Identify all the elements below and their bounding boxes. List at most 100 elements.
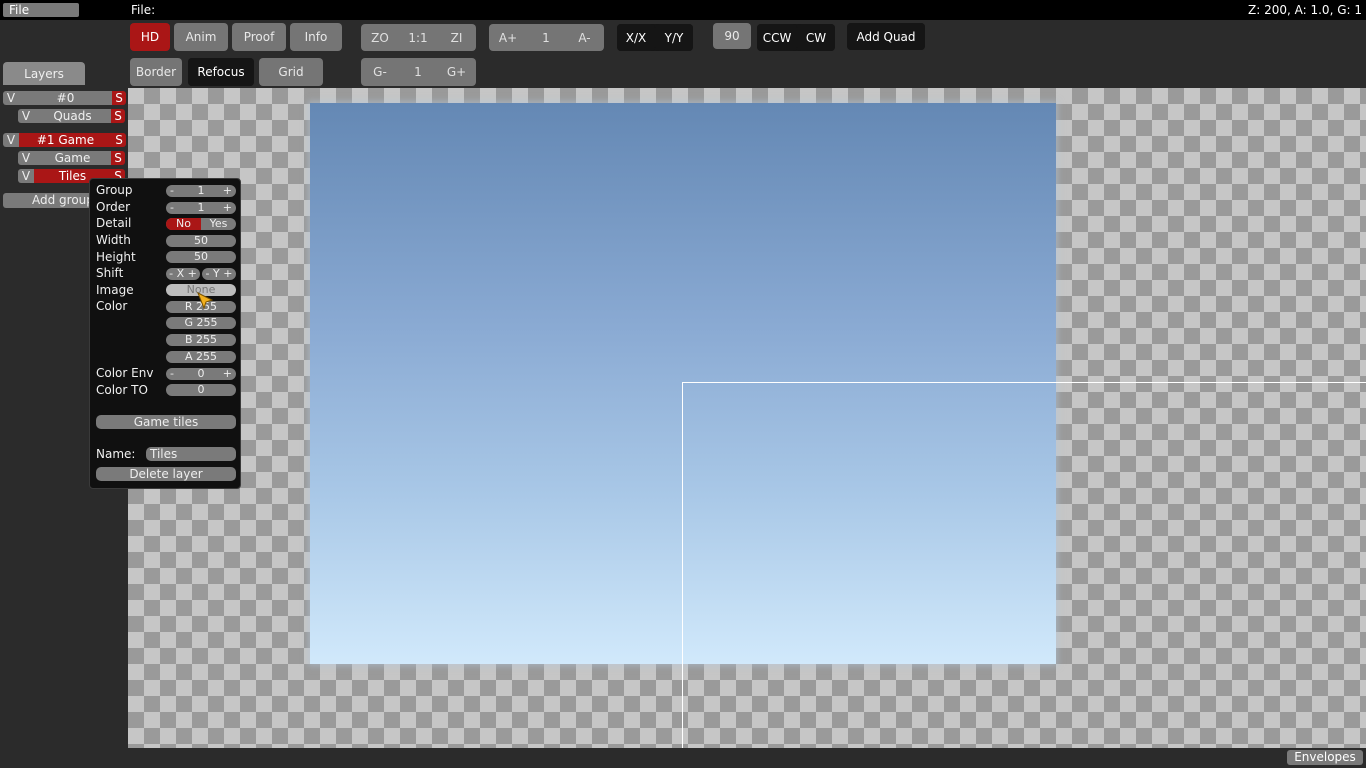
group-stepper[interactable]: - 1 + (166, 185, 236, 197)
anim-slower-button[interactable]: A- (565, 24, 604, 51)
color-a-field[interactable]: A 255 (166, 351, 236, 363)
zoom-in-button[interactable]: ZI (437, 24, 476, 51)
layer-group-1-row[interactable]: V #1 Game S (3, 133, 126, 147)
layer-group-0-name[interactable]: #0 (19, 91, 112, 105)
layer-group-1-name[interactable]: #1 Game (19, 133, 112, 147)
proof-group: Proof (232, 23, 286, 51)
visibility-toggle[interactable]: V (18, 151, 34, 165)
image-label: Image (96, 283, 134, 297)
rotate-cw-button[interactable]: CW (797, 24, 835, 51)
anim-faster-button[interactable]: A+ (489, 24, 527, 51)
minus-icon[interactable]: - (170, 185, 174, 197)
order-stepper[interactable]: - 1 + (166, 202, 236, 214)
envelopes-button[interactable]: Envelopes (1287, 750, 1363, 765)
zoom-controls: ZO 1:1 ZI (361, 24, 476, 51)
grid-size-controls: G- 1 G+ (361, 58, 476, 86)
hd-button[interactable]: HD (130, 23, 170, 51)
zoom-status-readout: Z: 200, A: 1.0, G: 1 (1248, 3, 1362, 17)
rotate-ccw-button[interactable]: CCW (757, 24, 797, 51)
solo-toggle[interactable]: S (111, 151, 125, 165)
map-canvas[interactable] (128, 88, 1366, 748)
minus-icon[interactable]: - (170, 202, 174, 214)
visibility-toggle[interactable]: V (3, 91, 19, 105)
add-quad-button[interactable]: Add Quad (847, 23, 925, 50)
add-quad-group: Add Quad (847, 23, 925, 50)
group-label: Group (96, 183, 133, 197)
rotate-controls: CCW CW (757, 24, 835, 51)
tile-layer-border-left (682, 383, 683, 748)
flip-y-button[interactable]: Y/Y (655, 24, 693, 51)
height-field[interactable]: 50 (166, 251, 236, 263)
layer-quads-row[interactable]: V Quads S (18, 109, 125, 123)
hd-group: HD (130, 23, 170, 51)
refocus-group: Refocus (188, 58, 254, 86)
name-label: Name: (96, 447, 136, 461)
color-to-field[interactable]: 0 (166, 384, 236, 396)
background-quad[interactable] (310, 103, 1056, 664)
width-field[interactable]: 50 (166, 235, 236, 247)
layer-quads-name[interactable]: Quads (34, 109, 111, 123)
info-group: Info (290, 23, 342, 51)
zoom-reset-button[interactable]: 1:1 (399, 24, 437, 51)
solo-toggle[interactable]: S (112, 133, 126, 147)
visibility-toggle[interactable]: V (18, 169, 34, 183)
detail-toggle[interactable]: No Yes (166, 218, 236, 230)
color-to-label: Color TO (96, 383, 148, 397)
grid-size-value: 1 (414, 65, 422, 79)
layer-group-0-row[interactable]: V #0 S (3, 91, 126, 105)
visibility-toggle[interactable]: V (18, 109, 34, 123)
shift-x-stepper[interactable]: - X + (166, 268, 200, 280)
rotation-group: 90 (713, 23, 751, 49)
tile-layer-border-top (682, 382, 1366, 383)
plus-icon[interactable]: + (223, 202, 232, 214)
game-tiles-button[interactable]: Game tiles (96, 415, 236, 429)
solo-toggle[interactable]: S (112, 91, 126, 105)
layer-game-row[interactable]: V Game S (18, 151, 125, 165)
grid-button[interactable]: Grid (259, 58, 323, 86)
layer-game-name[interactable]: Game (34, 151, 111, 165)
flip-x-button[interactable]: X/X (617, 24, 655, 51)
color-env-stepper[interactable]: - 0 + (166, 368, 236, 380)
file-name-label: File: (131, 3, 156, 17)
rotation-angle-button[interactable]: 90 (713, 23, 751, 49)
height-label: Height (96, 250, 136, 264)
solo-toggle[interactable]: S (111, 109, 125, 123)
order-value: 1 (197, 201, 205, 214)
grid-group: Grid (259, 58, 323, 86)
group-value: 1 (197, 184, 205, 197)
zoom-out-button[interactable]: ZO (361, 24, 399, 51)
flip-controls: X/X Y/Y (617, 24, 693, 51)
info-button[interactable]: Info (290, 23, 342, 51)
border-button[interactable]: Border (130, 58, 182, 86)
border-group: Border (130, 58, 182, 86)
color-b-field[interactable]: B 255 (166, 334, 236, 346)
anim-button[interactable]: Anim (174, 23, 228, 51)
shift-label: Shift (96, 266, 124, 280)
layers-tab[interactable]: Layers (3, 62, 85, 85)
grid-minus-button[interactable]: G- (361, 58, 399, 86)
delete-layer-button[interactable]: Delete layer (96, 467, 236, 481)
bottom-bar: Envelopes (0, 748, 1366, 768)
layer-name-input[interactable]: Tiles (146, 447, 236, 461)
refocus-button[interactable]: Refocus (188, 58, 254, 86)
color-label: Color (96, 299, 128, 313)
anim-group: Anim (174, 23, 228, 51)
anim-speed-controls: A+ 1 A- (489, 24, 604, 51)
color-g-field[interactable]: G 255 (166, 317, 236, 329)
visibility-toggle[interactable]: V (3, 133, 19, 147)
pointer-cursor-icon (197, 291, 214, 310)
anim-speed-value: 1 (542, 30, 550, 45)
order-label: Order (96, 200, 131, 214)
grid-plus-button[interactable]: G+ (437, 58, 476, 86)
file-menu-button[interactable]: File (3, 3, 79, 17)
color-env-value: 0 (197, 367, 205, 380)
color-env-label: Color Env (96, 366, 154, 380)
proof-button[interactable]: Proof (232, 23, 286, 51)
shift-y-stepper[interactable]: - Y + (202, 268, 236, 280)
width-label: Width (96, 233, 131, 247)
detail-no-option[interactable]: No (166, 218, 201, 230)
detail-yes-option[interactable]: Yes (201, 218, 236, 230)
minus-icon[interactable]: - (170, 368, 174, 380)
plus-icon[interactable]: + (223, 368, 232, 380)
plus-icon[interactable]: + (223, 185, 232, 197)
